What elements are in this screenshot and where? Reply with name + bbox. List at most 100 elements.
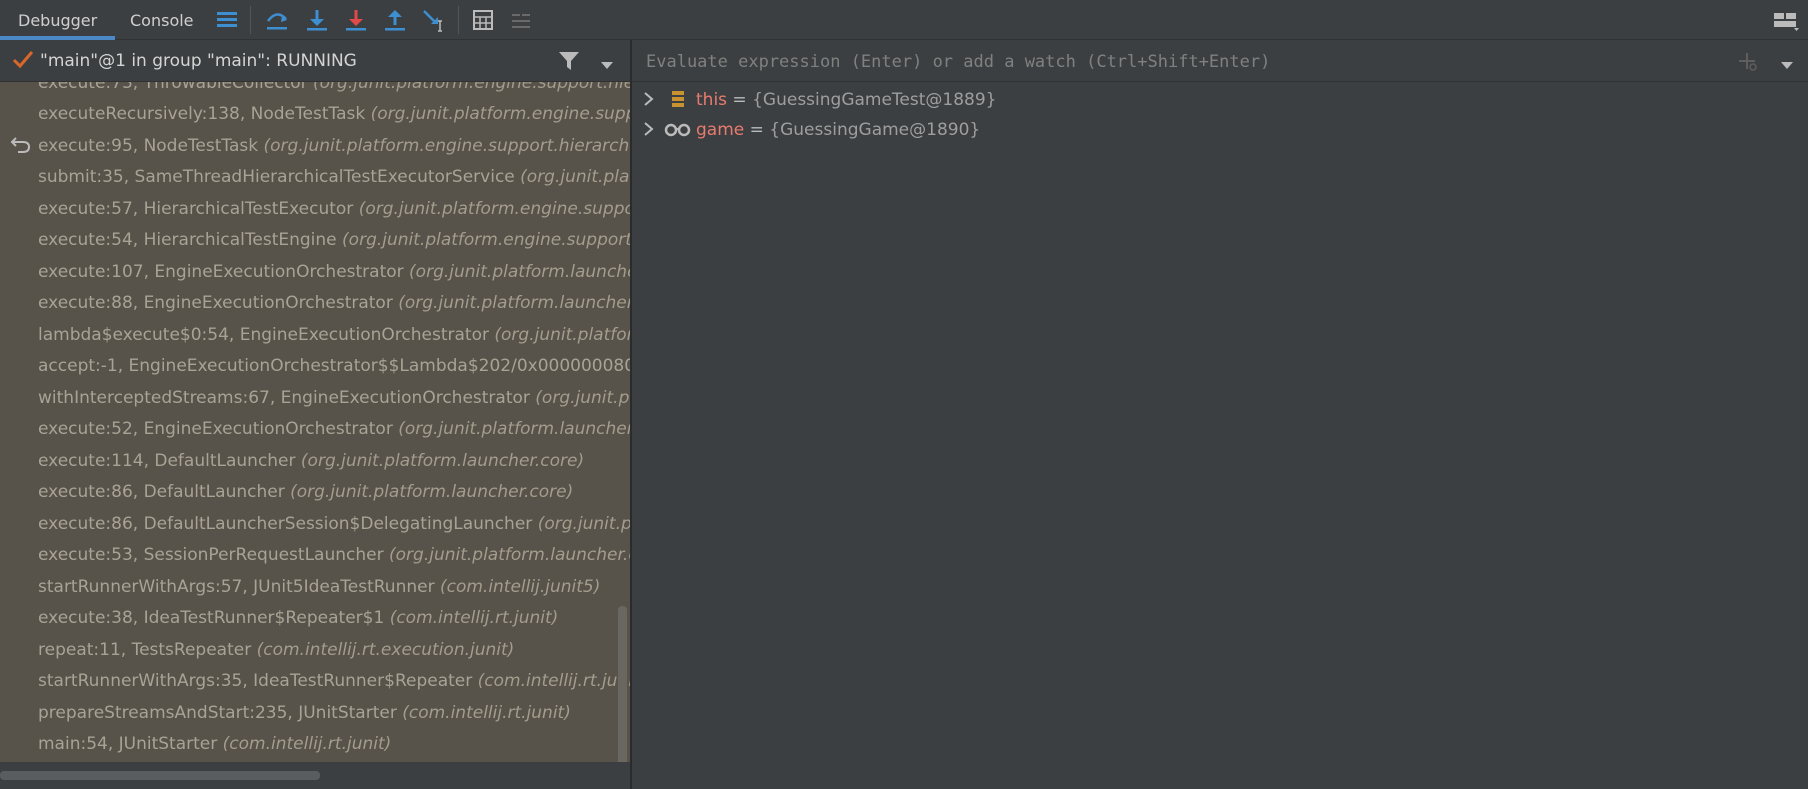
frame-method: withInterceptedStreams:67, EngineExecuti… [38, 388, 536, 408]
frame-package: (com.intellij.rt.junit) [222, 734, 392, 754]
evaluate-expression-input[interactable] [644, 48, 1648, 76]
step-into-icon[interactable] [304, 7, 330, 33]
frame-method: execute:95, NodeTestTask [38, 136, 264, 156]
frame-package: (com.intellij.junit5) [439, 577, 601, 597]
list-item[interactable]: execute:86, DefaultLauncherSession$Deleg… [38, 509, 630, 540]
evaluate-bar [632, 40, 1808, 82]
list-item[interactable]: submit:35, SameThreadHierarchicalTestExe… [38, 162, 630, 193]
filter-icon[interactable] [558, 50, 580, 76]
frame-package: (org.junit.platform.launcher.core) [300, 451, 585, 471]
variable-row-this[interactable]: this = {GuessingGameTest@1889} [632, 87, 1808, 115]
chevron-right-icon[interactable] [642, 121, 656, 141]
list-item[interactable]: accept:-1, EngineExecutionOrchestrator$$… [38, 351, 630, 382]
tab-debugger[interactable]: Debugger [0, 0, 116, 40]
frame-package: (com.intellij.rt.junit) [389, 608, 559, 628]
list-item[interactable]: startRunnerWithArgs:57, JUnit5IdeaTestRu… [38, 572, 600, 603]
frame-package: (org.junit.platform.engine.support.hiera… [370, 104, 630, 124]
chevron-down-icon[interactable] [600, 56, 614, 75]
field-icon [668, 90, 688, 114]
frames-vertical-scrollbar[interactable] [618, 606, 627, 782]
frame-package: (org.junit.platform.engine.support.hiera… [520, 167, 630, 187]
frame-package: (com.intellij.rt.junit) [477, 671, 630, 691]
step-over-icon[interactable] [264, 7, 290, 33]
variable-value: {GuessingGameTest@1889} [752, 90, 997, 110]
variable-value: {GuessingGame@1890} [769, 120, 981, 140]
frame-package: (com.intellij.rt.junit) [402, 703, 571, 723]
watch-glasses-icon [664, 120, 692, 144]
frame-package: (org.junit.platform.launcher.core) [398, 293, 630, 313]
list-item[interactable]: main:54, JUnitStarter (com.intellij.rt.j… [38, 729, 391, 760]
chevron-right-icon[interactable] [642, 91, 656, 111]
list-item[interactable]: startRunnerWithArgs:35, IdeaTestRunner$R… [38, 666, 630, 697]
frame-method: execute:107, EngineExecutionOrchestrator [38, 262, 410, 282]
frame-method: execute:88, EngineExecutionOrchestrator [38, 293, 399, 313]
frame-package: (org.junit.platform.launcher.core) [290, 482, 574, 502]
frame-package: (org.junit.platform.launcher.core) [494, 325, 630, 345]
evaluate-expression-icon[interactable] [470, 7, 496, 33]
frame-package: (org.junit.platform.launcher.core) [409, 262, 630, 282]
frame-method: executeRecursively:138, NodeTestTask [38, 104, 371, 124]
list-item[interactable]: repeat:11, TestsRepeater (com.intellij.r… [38, 635, 514, 666]
list-item[interactable]: executeRecursively:138, NodeTestTask (or… [38, 99, 630, 130]
frame-method: execute:54, HierarchicalTestEngine [38, 230, 343, 250]
list-item[interactable]: execute:57, HierarchicalTestExecutor (or… [38, 194, 630, 225]
frame-method: execute:86, DefaultLauncher [38, 482, 291, 502]
list-item[interactable]: prepareStreamsAndStart:235, JUnitStarter… [38, 698, 571, 729]
list-item[interactable]: execute:38, IdeaTestRunner$Repeater$1 (c… [38, 603, 558, 634]
list-item[interactable]: execute:52, EngineExecutionOrchestrator … [38, 414, 630, 445]
check-icon [12, 50, 34, 74]
force-step-into-icon[interactable] [343, 7, 369, 33]
frame-package: (org.junit.platform.engine.support.hiera… [342, 230, 630, 250]
toolbar-separator [250, 6, 251, 34]
thread-header: "main"@1 in group "main": RUNNING [0, 40, 630, 82]
frame-method: execute:114, DefaultLauncher [38, 451, 301, 471]
chevron-down-icon[interactable] [1780, 56, 1794, 75]
frame-method: main:54, JUnitStarter [38, 734, 223, 754]
list-item[interactable]: execute:73, ThrowableCollector (org.juni… [38, 82, 630, 99]
frame-package: (org.junit.platform.launcher.core) [535, 388, 630, 408]
list-item[interactable]: execute:54, HierarchicalTestEngine (org.… [38, 225, 630, 256]
list-item[interactable]: execute:88, EngineExecutionOrchestrator … [38, 288, 630, 319]
equals-sign: = [727, 90, 753, 110]
layout-settings-icon[interactable] [1772, 10, 1800, 36]
variable-name: this [696, 90, 728, 110]
frames-list: execute:73, ThrowableCollector (org.juni… [0, 82, 630, 762]
frame-package: (com.intellij.rt.execution.junit) [256, 640, 515, 660]
list-item[interactable]: execute:86, DefaultLauncher (org.junit.p… [38, 477, 573, 508]
list-item[interactable]: execute:53, SessionPerRequestLauncher (o… [38, 540, 630, 571]
frame-method: execute:73, ThrowableCollector [38, 82, 314, 93]
frame-package: (org.junit.platform.engine.support.hiera… [263, 136, 630, 156]
variable-name: game [696, 120, 745, 140]
frame-method: lambda$execute$0:54, EngineExecutionOrch… [38, 325, 495, 345]
thread-selector[interactable]: "main"@1 in group "main": RUNNING [40, 51, 357, 71]
frame-method: submit:35, SameThreadHierarchicalTestExe… [38, 167, 521, 187]
toolbar-separator [458, 6, 459, 34]
frame-method: execute:53, SessionPerRequestLauncher [38, 545, 389, 565]
frame-method: accept:-1, EngineExecutionOrchestrator$$… [38, 356, 630, 376]
frame-method: execute:52, EngineExecutionOrchestrator [38, 419, 399, 439]
frame-method: execute:57, HierarchicalTestExecutor [38, 199, 359, 219]
list-item[interactable]: execute:95, NodeTestTask (org.junit.plat… [38, 131, 630, 162]
tab-console[interactable]: Console [112, 0, 212, 40]
trace-icon[interactable] [508, 7, 534, 33]
run-to-cursor-icon[interactable] [421, 7, 447, 33]
list-item[interactable]: lambda$execute$0:54, EngineExecutionOrch… [38, 320, 630, 351]
variables-tree: this = {GuessingGameTest@1889} game = {G… [632, 82, 1808, 789]
list-item[interactable]: execute:114, DefaultLauncher (org.junit.… [38, 446, 584, 477]
frames-horizontal-scrollbar[interactable] [0, 771, 320, 780]
frame-package: (org.junit.platform.launcher.core) [398, 419, 630, 439]
restore-frame-icon[interactable] [10, 134, 32, 158]
frame-method: execute:86, DefaultLauncherSession$Deleg… [38, 514, 538, 534]
frames-list-icon[interactable] [214, 7, 240, 33]
equals-sign: = [744, 120, 770, 140]
debugger-toolbar: Debugger Console [0, 0, 1808, 40]
list-item[interactable]: withInterceptedStreams:67, EngineExecuti… [38, 383, 630, 414]
frame-package: (org.junit.platform.launcher.core) [537, 514, 630, 534]
frame-package: (org.junit.platform.engine.support.hiera… [358, 199, 630, 219]
add-watch-icon[interactable] [1738, 52, 1758, 76]
step-out-icon[interactable] [382, 7, 408, 33]
list-item[interactable]: execute:107, EngineExecutionOrchestrator… [38, 257, 630, 288]
frame-method: repeat:11, TestsRepeater [38, 640, 257, 660]
frame-package: (org.junit.platform.engine.support.hiera… [313, 82, 630, 93]
variable-row-game[interactable]: game = {GuessingGame@1890} [632, 117, 1808, 145]
